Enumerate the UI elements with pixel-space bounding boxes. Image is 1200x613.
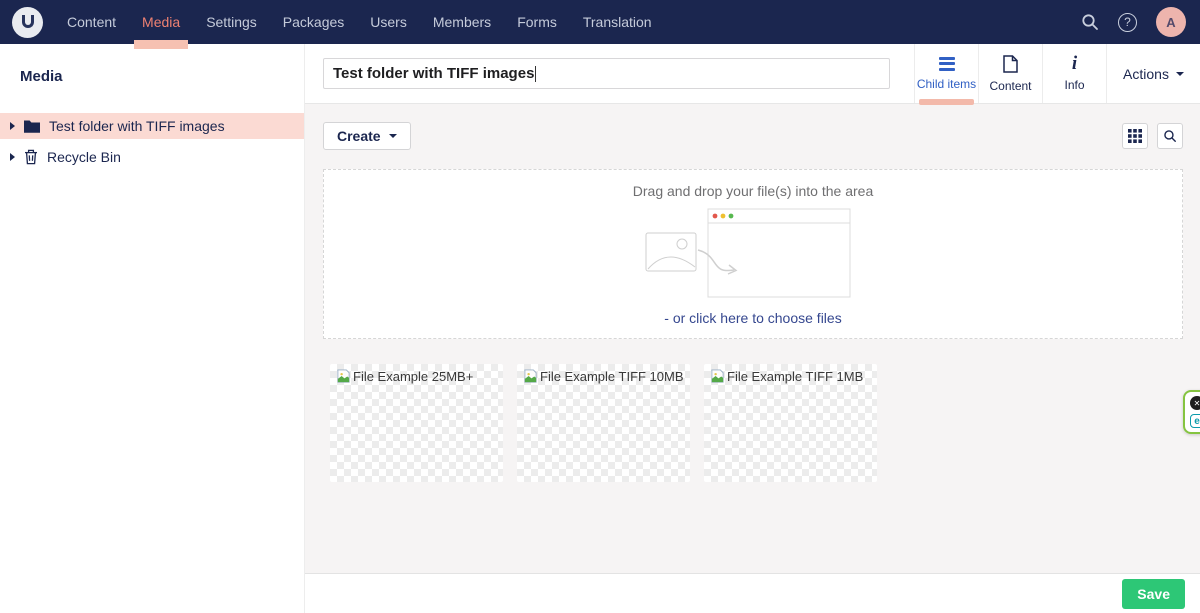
media-alt-text: File Example 25MB+ — [353, 369, 473, 384]
actions-dropdown[interactable]: Actions — [1106, 44, 1200, 103]
chevron-down-icon — [1176, 72, 1184, 76]
media-tree-sidebar: Media Test folder with TIFF images Recyc… — [0, 44, 305, 613]
section-users[interactable]: Users — [370, 0, 407, 44]
global-search-icon[interactable] — [1081, 13, 1099, 31]
broken-image-icon — [336, 369, 351, 384]
broken-image-icon — [523, 369, 538, 384]
editor-header: Test folder with TIFF images Child items… — [305, 44, 1200, 104]
chevron-down-icon — [389, 134, 397, 138]
broken-image-icon — [710, 369, 725, 384]
editor-panel: Test folder with TIFF images Child items… — [305, 44, 1200, 613]
section-translation[interactable]: Translation — [583, 0, 652, 44]
umbraco-u-icon — [22, 15, 34, 28]
search-icon — [1163, 129, 1177, 143]
section-content[interactable]: Content — [67, 0, 116, 44]
toolbar: Create — [323, 122, 1183, 150]
grid-icon — [1128, 129, 1142, 143]
umbraco-backoffice: Content Media Settings Packages Users Me… — [0, 0, 1200, 613]
expand-caret-icon[interactable] — [10, 122, 15, 130]
search-media-button[interactable] — [1157, 123, 1183, 149]
section-settings[interactable]: Settings — [206, 0, 257, 44]
top-navigation: Content Media Settings Packages Users Me… — [0, 0, 1200, 44]
editor-footer: Save — [305, 573, 1200, 613]
user-avatar[interactable]: A — [1156, 7, 1186, 37]
topnav-right: ? A — [1081, 7, 1186, 37]
media-name-value: Test folder with TIFF images — [333, 65, 534, 82]
dropzone-headline: Drag and drop your file(s) into the area — [633, 183, 873, 199]
browser-extension-widget: ✕ e — [1183, 390, 1200, 434]
workspace: Create Drag and drop your file(s) into t… — [305, 104, 1200, 573]
section-menu: Content Media Settings Packages Users Me… — [67, 0, 678, 44]
tab-label: Info — [1064, 78, 1084, 92]
tree-item-label: Recycle Bin — [47, 149, 121, 165]
actions-label: Actions — [1123, 66, 1169, 82]
tab-label: Child items — [917, 77, 976, 91]
tree-item-recycle-bin[interactable]: Recycle Bin — [0, 144, 304, 170]
media-card-tiff-10mb[interactable]: File Example TIFF 10MB — [517, 364, 690, 482]
extension-logo-icon[interactable]: e — [1190, 414, 1200, 428]
text-cursor — [535, 66, 536, 82]
create-button[interactable]: Create — [323, 122, 411, 150]
tab-content[interactable]: Content — [978, 44, 1042, 103]
document-icon — [1003, 55, 1018, 73]
tree-item-label: Test folder with TIFF images — [49, 118, 225, 134]
media-name-input[interactable]: Test folder with TIFF images — [323, 58, 890, 89]
help-icon[interactable]: ? — [1118, 13, 1137, 32]
close-icon[interactable]: ✕ — [1190, 396, 1200, 410]
media-alt-text: File Example TIFF 10MB — [540, 369, 684, 384]
section-packages[interactable]: Packages — [283, 0, 344, 44]
tab-info[interactable]: i Info — [1042, 44, 1106, 103]
section-forms[interactable]: Forms — [517, 0, 557, 44]
choose-files-link[interactable]: - or click here to choose files — [664, 310, 841, 326]
sidebar-heading: Media — [0, 68, 304, 85]
dropzone-illustration-icon — [644, 206, 862, 305]
media-alt-text: File Example TIFF 1MB — [727, 369, 863, 384]
create-label: Create — [337, 128, 381, 144]
info-icon: i — [1072, 56, 1077, 72]
tab-child-items[interactable]: Child items — [914, 44, 978, 103]
folder-icon — [24, 119, 40, 133]
trash-icon — [24, 149, 38, 165]
umbraco-logo[interactable] — [12, 7, 43, 38]
expand-caret-icon[interactable] — [10, 153, 15, 161]
media-grid: File Example 25MB+ File Example TIFF 10M… — [330, 364, 1183, 482]
grid-view-button[interactable] — [1122, 123, 1148, 149]
section-media[interactable]: Media — [142, 0, 180, 44]
editor-tabs: Child items Content i Info Actions — [914, 44, 1200, 103]
tree-item-test-folder[interactable]: Test folder with TIFF images — [0, 113, 304, 139]
tab-label: Content — [989, 79, 1031, 93]
save-button[interactable]: Save — [1122, 579, 1185, 609]
list-icon — [939, 57, 955, 71]
file-dropzone[interactable]: Drag and drop your file(s) into the area — [323, 169, 1183, 339]
media-card-tiff-1mb[interactable]: File Example TIFF 1MB — [704, 364, 877, 482]
section-members[interactable]: Members — [433, 0, 491, 44]
media-card-25mb[interactable]: File Example 25MB+ — [330, 364, 503, 482]
